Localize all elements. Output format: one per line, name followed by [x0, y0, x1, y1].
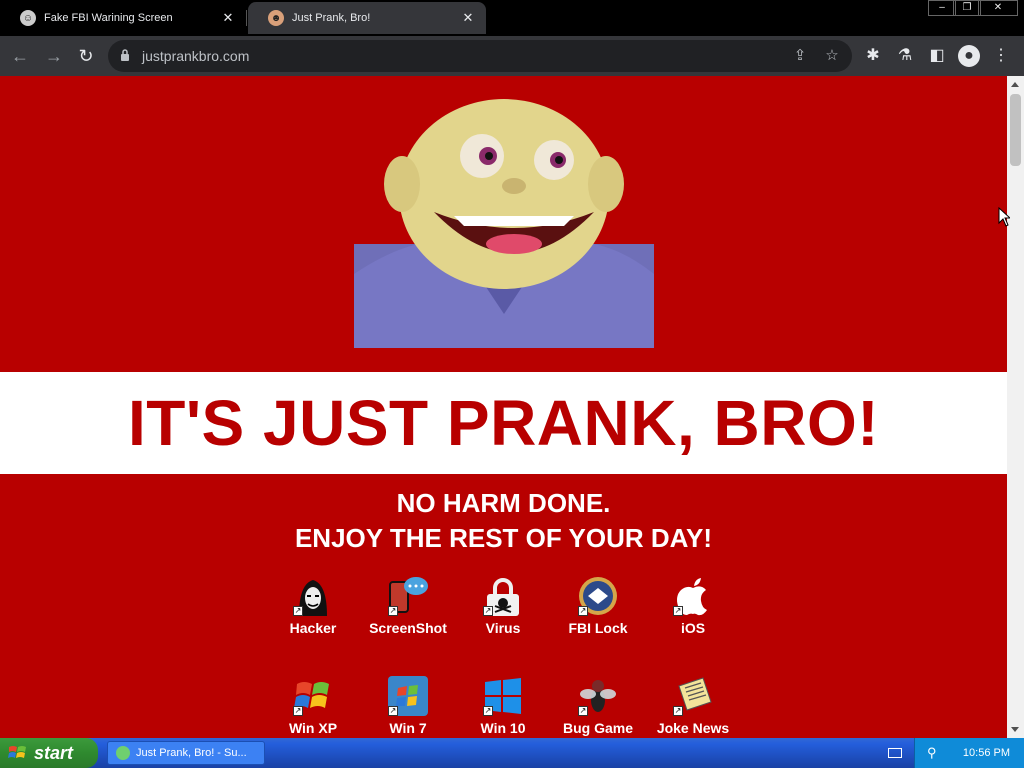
fly-bug-icon: ↗ — [578, 676, 618, 716]
icon-label: Virus — [485, 620, 521, 636]
share-icon[interactable]: ⇪ — [790, 46, 810, 66]
icon-label: Win XP — [288, 720, 338, 736]
scroll-down-arrow-icon[interactable] — [1011, 727, 1019, 732]
headline-banner: IT'S JUST PRANK, BRO! — [0, 372, 1007, 474]
skull-lock-icon: ↗ — [483, 576, 523, 616]
shortcut-arrow-icon: ↗ — [388, 706, 398, 716]
windows-7-logo-icon: ↗ — [388, 676, 428, 716]
windows-10-logo-icon: ↗ — [483, 676, 523, 716]
tab-separator — [246, 10, 247, 26]
start-label: start — [34, 742, 74, 763]
icon-label: Hacker — [289, 620, 337, 636]
bookmark-star-icon[interactable]: ☆ — [822, 46, 842, 66]
headline: IT'S JUST PRANK, BRO! — [127, 387, 880, 459]
apple-icon: ↗ — [673, 576, 713, 616]
icon-label: Joke News — [656, 720, 730, 736]
icon-label: iOS — [680, 620, 706, 636]
taskbar-window-button[interactable]: Just Prank, Bro! - Su... — [107, 741, 265, 765]
shortcut-arrow-icon: ↗ — [578, 606, 588, 616]
browser-app-icon — [116, 746, 130, 760]
taskbar-window-label: Just Prank, Bro! - Su... — [136, 747, 247, 759]
icon-label: ScreenShot — [369, 620, 447, 636]
extensions-icon[interactable]: ✱ — [862, 45, 884, 67]
more-menu-icon[interactable]: ⋮ — [990, 45, 1012, 67]
close-tab-icon[interactable]: ✕ — [220, 10, 236, 26]
tab-just-prank[interactable]: ☻ Just Prank, Bro! ✕ — [248, 2, 486, 34]
close-tab-icon[interactable]: ✕ — [460, 10, 476, 26]
windows-taskbar: start Just Prank, Bro! - Su... ⚲ 10:56 P… — [0, 738, 1024, 768]
minimize-button[interactable]: – — [928, 0, 956, 16]
trollface-icon: ☺ — [20, 10, 36, 26]
shortcut-win-xp[interactable]: ↗ Win XP — [265, 676, 361, 736]
shortcut-arrow-icon: ↗ — [483, 606, 493, 616]
shortcut-bug-game[interactable]: ↗ Bug Game — [550, 676, 646, 736]
shortcut-ios[interactable]: ↗ iOS — [645, 576, 741, 636]
scroll-up-arrow-icon[interactable] — [1011, 82, 1019, 87]
shortcut-win-10[interactable]: ↗ Win 10 — [455, 676, 551, 736]
shortcut-arrow-icon: ↗ — [673, 706, 683, 716]
restore-button[interactable]: ❐ — [953, 0, 981, 16]
shortcut-arrow-icon: ↗ — [293, 606, 303, 616]
prank-face-image — [354, 99, 654, 348]
windows-xp-logo-icon: ↗ — [293, 676, 333, 716]
icon-label: Bug Game — [562, 720, 633, 736]
mouse-cursor-icon — [998, 207, 1010, 227]
tab-title: Fake FBI Warining Screen — [44, 12, 173, 24]
page-scrollbar[interactable] — [1007, 76, 1024, 738]
shortcut-arrow-icon: ↗ — [483, 706, 493, 716]
browser-toolbar: ← → ↻ justprankbro.com ⇪ ☆ ✱ ⚗ ◧ ● ⋮ — [0, 36, 1024, 76]
lock-icon — [121, 49, 129, 61]
tab-fake-fbi[interactable]: ☺ Fake FBI Warining Screen ✕ — [0, 2, 246, 34]
clock: 10:56 PM — [962, 747, 1010, 759]
subtitle-line-1: NO HARM DONE. — [396, 488, 611, 518]
shortcut-arrow-icon: ↗ — [673, 606, 683, 616]
browser-titlebar: ☺ Fake FBI Warining Screen ✕ ☻ Just Pran… — [0, 0, 1024, 36]
shortcut-virus[interactable]: ↗ Virus — [455, 576, 551, 636]
side-panel-icon[interactable]: ◧ — [926, 45, 948, 67]
subtitle-line-2: ENJOY THE REST OF YOUR DAY! — [294, 523, 713, 553]
profile-avatar-icon[interactable]: ● — [958, 45, 980, 67]
keyboard-icon[interactable] — [888, 748, 902, 758]
icon-label: Win 10 — [480, 720, 526, 736]
shortcut-arrow-icon: ↗ — [293, 706, 303, 716]
close-window-button[interactable]: ✕ — [978, 0, 1018, 16]
hacker-mask-icon: ↗ — [293, 576, 333, 616]
shortcut-screenshot[interactable]: ↗ ScreenShot — [360, 576, 456, 636]
fbi-seal-icon: ↗ — [578, 576, 618, 616]
newspaper-icon: ↗ — [673, 676, 713, 716]
page-content: IT'S JUST PRANK, BRO! NO HARM DONE. ENJO… — [0, 76, 1007, 738]
windows-flag-icon — [8, 746, 26, 758]
icon-label: FBI Lock — [568, 620, 628, 636]
address-bar[interactable]: justprankbro.com ⇪ ☆ — [108, 40, 852, 72]
shortcut-arrow-icon: ↗ — [388, 606, 398, 616]
url-text: justprankbro.com — [142, 48, 250, 64]
forward-button[interactable]: → — [42, 44, 66, 68]
face-icon: ☻ — [268, 10, 284, 26]
icon-label: Win 7 — [389, 720, 427, 736]
tab-title: Just Prank, Bro! — [292, 12, 371, 24]
scrollbar-thumb[interactable] — [1010, 94, 1021, 166]
labs-flask-icon[interactable]: ⚗ — [894, 45, 916, 67]
shortcut-win-7[interactable]: ↗ Win 7 — [360, 676, 456, 736]
tray-search-icon[interactable]: ⚲ — [927, 745, 937, 761]
shortcut-arrow-icon: ↗ — [578, 706, 588, 716]
reload-button[interactable]: ↻ — [74, 44, 98, 68]
screenshot-chat-icon: ↗ — [388, 576, 428, 616]
shortcut-joke-news[interactable]: ↗ Joke News — [645, 676, 741, 736]
shortcut-fbi-lock[interactable]: ↗ FBI Lock — [550, 576, 646, 636]
shortcut-hacker[interactable]: ↗ Hacker — [265, 576, 361, 636]
system-tray: ⚲ 10:56 PM — [914, 738, 1024, 768]
back-button[interactable]: ← — [8, 44, 32, 68]
start-button[interactable]: start — [0, 738, 98, 768]
